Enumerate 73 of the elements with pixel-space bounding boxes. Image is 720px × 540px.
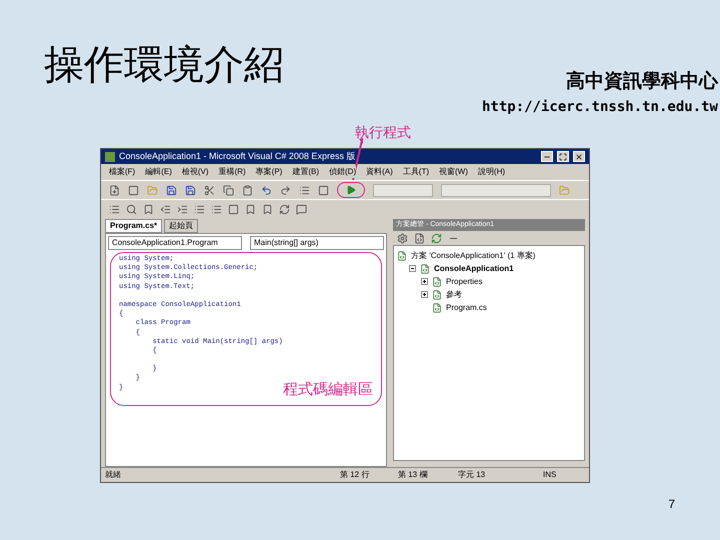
tree-item[interactable]: 方案 'ConsoleApplication1' (1 專案)	[411, 250, 536, 262]
menu-item[interactable]: 工具(T)	[402, 166, 430, 178]
copy-icon[interactable]	[223, 184, 234, 196]
window-icon[interactable]	[228, 204, 239, 215]
bookmark-icon[interactable]	[262, 204, 273, 215]
menu-item[interactable]: 偵錯(D)	[329, 166, 356, 178]
app-icon	[105, 152, 115, 162]
class-dropdown[interactable]: ConsoleApplication1.Program	[108, 236, 242, 250]
slide-title: 操作環境介紹	[44, 45, 284, 85]
outdent-icon[interactable]	[160, 204, 171, 215]
file-icon	[397, 250, 407, 260]
save-icon[interactable]	[166, 184, 177, 196]
search-icon[interactable]	[126, 204, 137, 215]
maximize-icon	[559, 152, 567, 160]
undo-icon[interactable]	[261, 184, 272, 196]
expand-toggle[interactable]	[421, 291, 428, 298]
menu-item[interactable]: 編輯(E)	[145, 166, 172, 178]
menu-item[interactable]: 檔案(F)	[109, 166, 136, 178]
logo-text: 高中資訊學科中心	[566, 72, 718, 91]
window-icon[interactable]	[128, 184, 139, 196]
redo-icon[interactable]	[280, 184, 291, 196]
tree-item[interactable]: 參考	[446, 288, 462, 300]
run-button[interactable]	[346, 185, 356, 195]
cut-icon[interactable]	[204, 184, 215, 196]
status-text: 字元 13	[458, 469, 486, 481]
menu-item[interactable]: 建置(B)	[292, 166, 320, 178]
properties-icon[interactable]	[397, 232, 408, 244]
refresh-icon[interactable]	[279, 204, 290, 215]
save-all-icon[interactable]	[185, 184, 196, 196]
comment-icon[interactable]	[296, 204, 307, 215]
file-icon	[432, 290, 442, 300]
file-icon[interactable]	[414, 232, 425, 244]
file-icon	[420, 264, 430, 274]
list-icon[interactable]	[194, 204, 205, 215]
menu-item[interactable]: 專案(P)	[256, 166, 282, 178]
collapse-toggle[interactable]	[409, 265, 416, 272]
bookmark-icon[interactable]	[245, 204, 256, 215]
new-file-icon[interactable]	[109, 184, 120, 196]
paste-icon[interactable]	[242, 184, 253, 196]
menu-item[interactable]: 檢視(V)	[182, 166, 209, 178]
tree-item[interactable]: Program.cs	[446, 302, 487, 314]
close-icon	[575, 152, 583, 160]
menu-item[interactable]: 視窗(W)	[439, 166, 468, 178]
status-text: INS	[543, 469, 556, 481]
indent-icon[interactable]	[177, 204, 188, 215]
refresh-icon[interactable]	[431, 232, 442, 244]
window-title: ConsoleApplication1 - Microsoft Visual C# 2008 Express 版	[119, 150, 356, 163]
status-text: 就緒	[105, 469, 122, 481]
maximize-button[interactable]	[557, 151, 569, 162]
logo-url: http://icerc.tnssh.tn.edu.tw	[482, 98, 718, 117]
file-icon	[432, 276, 442, 286]
document-tab[interactable]: Program.cs*	[105, 219, 162, 233]
minimize-button[interactable]	[541, 151, 553, 162]
bookmark-icon[interactable]	[143, 204, 154, 215]
menu-item[interactable]: 資料(A)	[366, 166, 393, 178]
list-icon[interactable]	[109, 204, 120, 215]
menu-item[interactable]: 重構(R)	[218, 166, 246, 178]
tree-item[interactable]: Properties	[446, 276, 482, 288]
list-icon[interactable]	[299, 184, 310, 196]
editor-callout-label: 程式碼編輯區	[283, 380, 373, 400]
file-icon	[432, 302, 442, 312]
member-dropdown[interactable]: Main(string[] args)	[250, 236, 384, 250]
tree-item[interactable]: ConsoleApplication1	[434, 262, 514, 274]
menu-item[interactable]: 說明(H)	[478, 166, 506, 178]
window-icon[interactable]	[318, 184, 329, 196]
close-button[interactable]	[573, 151, 585, 162]
list-icon[interactable]	[211, 204, 222, 215]
page-number: 7	[668, 496, 675, 513]
document-tab[interactable]: 起始頁	[164, 219, 198, 233]
run-callout-label: 執行程式	[355, 123, 411, 142]
status-text: 第 13 欄	[398, 469, 428, 481]
expand-toggle[interactable]	[421, 278, 428, 285]
status-text: 第 12 行	[340, 469, 370, 481]
